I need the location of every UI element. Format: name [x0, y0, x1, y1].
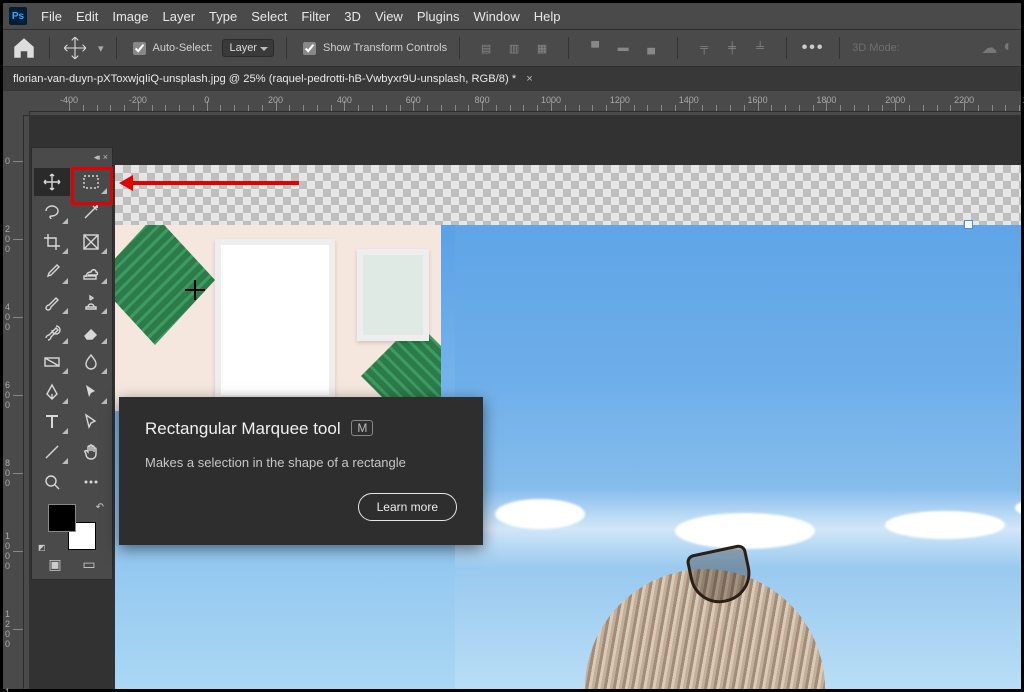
- align-group-1: ▤ ▥ ▦: [472, 37, 556, 59]
- quick-mask-button[interactable]: ▣: [48, 556, 61, 573]
- swap-colors-icon[interactable]: ↶: [96, 502, 104, 513]
- line-tool[interactable]: [34, 438, 70, 466]
- menu-window[interactable]: Window: [473, 9, 519, 24]
- document-tab-title: florian-van-duyn-pXToxwjqIiQ-unsplash.jp…: [13, 73, 516, 85]
- separator: [116, 37, 117, 59]
- text-tool[interactable]: [34, 408, 70, 436]
- menu-layer[interactable]: Layer: [163, 9, 196, 24]
- history-brush-tool[interactable]: [34, 318, 70, 346]
- distribute-bottom[interactable]: ╧: [746, 37, 774, 59]
- collapse-panel-icon[interactable]: ◂◂: [94, 152, 97, 163]
- document-tab[interactable]: florian-van-duyn-pXToxwjqIiQ-unsplash.jp…: [3, 67, 543, 91]
- distribute-group: ╤ ╪ ╧: [690, 37, 774, 59]
- separator: [568, 37, 569, 59]
- spot-healing-brush-tool[interactable]: [73, 258, 109, 286]
- 3d-mode-icons: ☁ ◐: [981, 38, 1013, 58]
- tooltip-description: Makes a selection in the shape of a rect…: [145, 453, 457, 473]
- blur-tool[interactable]: [73, 348, 109, 376]
- separator: [49, 37, 50, 59]
- distribute-vertical[interactable]: ╪: [718, 37, 746, 59]
- annotation-highlight-box: [71, 167, 113, 205]
- pen-tool[interactable]: [34, 378, 70, 406]
- align-vertical-centers[interactable]: ▬: [609, 37, 637, 59]
- auto-select-checkbox[interactable]: Auto-Select:: [129, 39, 213, 58]
- screen-mode-button[interactable]: ▭: [82, 556, 95, 573]
- show-transform-checkbox[interactable]: Show Transform Controls: [299, 39, 447, 58]
- 3d-mode-label: 3D Mode:: [852, 42, 900, 54]
- close-panel-icon[interactable]: ×: [103, 152, 108, 162]
- distribute-top[interactable]: ╤: [690, 37, 718, 59]
- zoom-tool[interactable]: [34, 468, 70, 496]
- separator: [459, 37, 460, 59]
- move-tool[interactable]: [34, 168, 70, 196]
- image-frame: [357, 249, 429, 341]
- orbit-3d-icon[interactable]: ☁: [981, 38, 997, 58]
- horizontal-ruler[interactable]: -400-20002004006008001000120014001600180…: [29, 91, 1021, 112]
- annotation-arrow: [123, 181, 299, 185]
- roll-3d-icon[interactable]: ◐: [1003, 38, 1013, 58]
- menu-edit[interactable]: Edit: [76, 9, 98, 24]
- hand-tool[interactable]: [73, 438, 109, 466]
- tool-tooltip: Rectangular Marquee tool M Makes a selec…: [119, 397, 483, 545]
- align-right-edges[interactable]: ▦: [528, 37, 556, 59]
- menu-filter[interactable]: Filter: [301, 9, 330, 24]
- align-group-2: ▀ ▬ ▄: [581, 37, 665, 59]
- tab-close-button[interactable]: ×: [526, 73, 533, 85]
- tooltip-shortcut-key: M: [351, 420, 373, 436]
- separator: [677, 37, 678, 59]
- menu-3d[interactable]: 3D: [344, 9, 361, 24]
- menu-view[interactable]: View: [375, 9, 403, 24]
- tools-panel: ◂◂ × ◩ ↶ ▣ ▭: [31, 147, 113, 580]
- edit-toolbar[interactable]: [73, 468, 109, 496]
- align-top-edges[interactable]: ▀: [581, 37, 609, 59]
- align-bottom-edges[interactable]: ▄: [637, 37, 665, 59]
- menu-select[interactable]: Select: [251, 9, 287, 24]
- default-colors-icon[interactable]: ◩: [38, 543, 46, 552]
- lasso-tool[interactable]: [34, 198, 70, 226]
- learn-more-button[interactable]: Learn more: [358, 493, 457, 521]
- image-frame: [215, 239, 335, 401]
- separator: [286, 37, 287, 59]
- move-tool-icon[interactable]: [62, 35, 88, 61]
- tooltip-title: Rectangular Marquee tool M: [145, 419, 457, 439]
- menu-type[interactable]: Type: [209, 9, 237, 24]
- eyedropper-tool[interactable]: [34, 258, 70, 286]
- crop-tool[interactable]: [34, 228, 70, 256]
- photoshop-logo: Ps: [9, 7, 27, 25]
- foreground-color-swatch[interactable]: [48, 504, 76, 532]
- auto-select-mode-dropdown[interactable]: Layer: [222, 39, 274, 57]
- align-left-edges[interactable]: ▤: [472, 37, 500, 59]
- eraser-tool[interactable]: [73, 318, 109, 346]
- options-bar: ▾ Auto-Select: Layer Show Transform Cont…: [3, 29, 1021, 67]
- path-selection-tool[interactable]: [73, 378, 109, 406]
- menu-bar: Ps File Edit Image Layer Type Select Fil…: [3, 3, 1021, 29]
- transform-handle[interactable]: [964, 220, 973, 229]
- align-horizontal-centers[interactable]: ▥: [500, 37, 528, 59]
- image-cloud: [675, 513, 815, 549]
- clone-stamp-tool[interactable]: [73, 288, 109, 316]
- transparency-grid: [115, 165, 1021, 225]
- more-align-button[interactable]: •••: [799, 37, 827, 59]
- menu-file[interactable]: File: [41, 9, 62, 24]
- menu-image[interactable]: Image: [112, 9, 148, 24]
- document-tab-bar: florian-van-duyn-pXToxwjqIiQ-unsplash.jp…: [3, 67, 1021, 91]
- precision-cursor-icon: [185, 280, 205, 300]
- ruler-origin[interactable]: [3, 95, 30, 116]
- menu-plugins[interactable]: Plugins: [417, 9, 460, 24]
- color-swatches[interactable]: ◩ ↶: [40, 504, 104, 550]
- vertical-ruler[interactable]: 0200400600800100012001400: [3, 115, 24, 689]
- separator: [786, 37, 787, 59]
- tooltip-preview-image: [115, 225, 441, 411]
- gradient-tool[interactable]: [34, 348, 70, 376]
- frame-tool[interactable]: [73, 228, 109, 256]
- image-cloud: [885, 511, 1005, 539]
- menu-help[interactable]: Help: [534, 9, 561, 24]
- direct-selection-tool[interactable]: [73, 408, 109, 436]
- image-cloud: [495, 499, 585, 529]
- separator: [839, 37, 840, 59]
- brush-tool[interactable]: [34, 288, 70, 316]
- home-button[interactable]: [11, 35, 37, 61]
